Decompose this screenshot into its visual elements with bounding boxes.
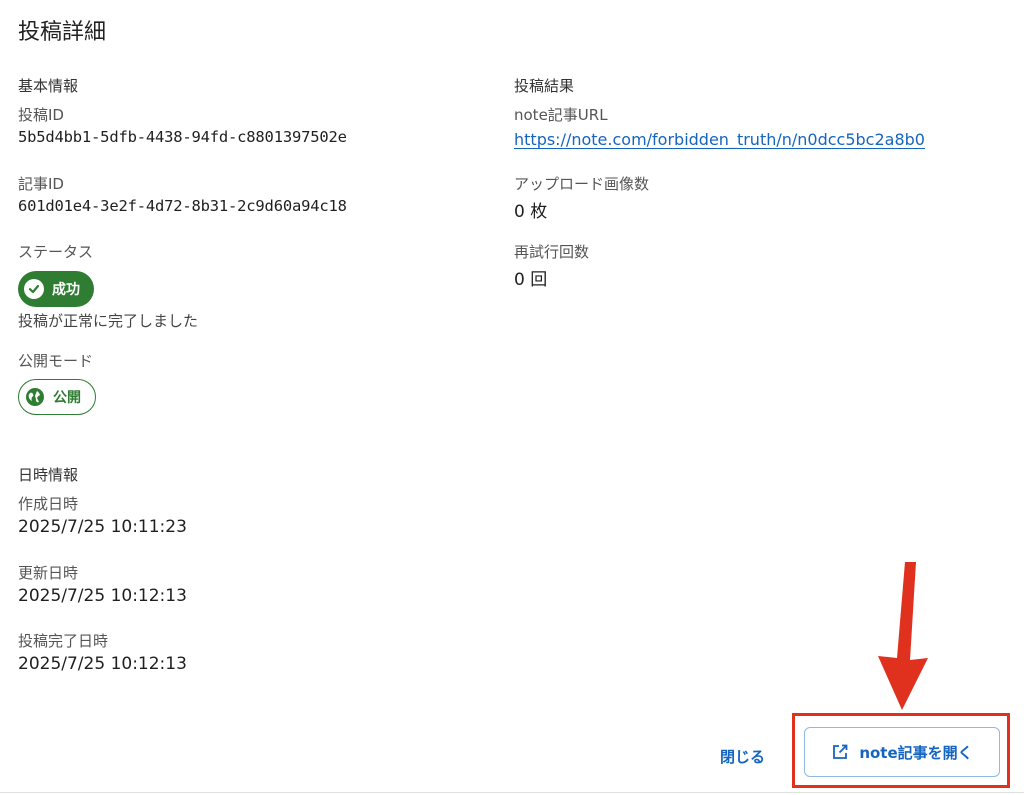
retry-count-label: 再試行回数: [514, 243, 590, 261]
note-url-label: note記事URL: [514, 106, 608, 124]
arrow-down-icon: [878, 562, 928, 710]
publish-mode-label: 公開モード: [18, 352, 94, 370]
note-url-link[interactable]: https://note.com/forbidden_truth/n/n0dcc…: [514, 130, 925, 149]
status-message: 投稿が正常に完了しました: [18, 312, 199, 330]
post-id-label: 投稿ID: [18, 106, 64, 124]
status-badge-label: 成功: [52, 282, 80, 298]
globe-icon: [25, 387, 45, 407]
retry-count-value: 0 回: [514, 270, 548, 290]
result-heading: 投稿結果: [514, 77, 575, 95]
status-badge: 成功: [18, 271, 94, 307]
updated-at-label: 更新日時: [18, 564, 79, 582]
annotation-highlight-box: [792, 713, 1010, 788]
publish-mode-badge-label: 公開: [53, 390, 81, 406]
created-at-value: 2025/7/25 10:11:23: [18, 517, 187, 537]
basic-info-heading: 基本情報: [18, 77, 79, 95]
post-id-value: 5b5d4bb1-5dfb-4438-94fd-c8801397502e: [18, 128, 347, 146]
created-at-label: 作成日時: [18, 495, 79, 513]
close-button[interactable]: 閉じる: [712, 740, 773, 773]
publish-mode-badge: 公開: [18, 379, 96, 415]
datetime-heading: 日時情報: [18, 466, 79, 484]
bottom-divider: [0, 792, 1024, 793]
upload-images-value: 0 枚: [514, 202, 548, 222]
status-label: ステータス: [18, 243, 94, 261]
completed-at-label: 投稿完了日時: [18, 632, 109, 650]
article-id-label: 記事ID: [18, 175, 64, 193]
check-circle-icon: [24, 279, 44, 299]
article-id-value: 601d01e4-3e2f-4d72-8b31-2c9d60a94c18: [18, 197, 347, 215]
completed-at-value: 2025/7/25 10:12:13: [18, 654, 187, 674]
updated-at-value: 2025/7/25 10:12:13: [18, 586, 187, 606]
dialog-title: 投稿詳細: [18, 20, 107, 45]
upload-images-label: アップロード画像数: [514, 175, 650, 193]
